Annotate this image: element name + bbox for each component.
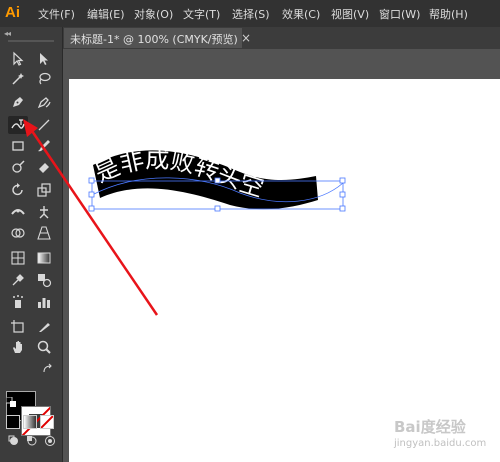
watermark-brand: Bai度经验 — [394, 418, 466, 436]
perspective-grid-tool-icon[interactable] — [34, 224, 54, 242]
pen-tool-icon[interactable] — [8, 93, 28, 111]
rotate-tool-icon[interactable] — [8, 181, 28, 199]
width-tool-icon[interactable] — [8, 203, 28, 221]
default-colors-icon[interactable] — [6, 397, 16, 407]
eyedropper-tool-icon[interactable] — [8, 271, 28, 289]
zoom-tool-icon[interactable] — [34, 338, 54, 356]
rectangle-tool-icon[interactable] — [8, 137, 28, 155]
document-tab-bar: 未标题-1* @ 100% (CMYK/预览) × — [0, 27, 500, 49]
symbol-sprayer-tool-icon[interactable] — [8, 293, 28, 311]
draw-normal-icon[interactable] — [8, 435, 20, 447]
draw-behind-icon[interactable] — [26, 435, 38, 447]
blend-tool-icon[interactable] — [34, 271, 54, 289]
artboard[interactable] — [69, 79, 500, 462]
menu-effect[interactable]: 效果(C) — [282, 6, 320, 22]
column-graph-tool-icon[interactable] — [34, 293, 54, 311]
none-mode-button[interactable] — [40, 415, 54, 429]
slice-tool-icon[interactable] — [34, 318, 54, 336]
scale-tool-icon[interactable] — [34, 181, 54, 199]
panel-drag-handle[interactable] — [8, 40, 54, 42]
selection-tool-icon[interactable] — [8, 50, 28, 68]
menu-bar: Ai 文件(F) 编辑(E) 对象(O) 文字(T) 选择(S) 效果(C) 视… — [0, 0, 500, 27]
menu-window[interactable]: 窗口(W) — [379, 6, 420, 22]
gradient-mode-button[interactable] — [23, 415, 37, 429]
app-logo: Ai — [5, 4, 20, 21]
none-slash — [41, 416, 53, 428]
menu-edit[interactable]: 编辑(E) — [87, 6, 125, 22]
eraser-tool-icon[interactable] — [34, 158, 54, 176]
puppet-warp-tool-icon[interactable] — [34, 203, 54, 221]
paintbrush-tool-icon[interactable] — [34, 137, 54, 155]
collapse-panel-icon[interactable]: ◂◂ — [4, 29, 11, 38]
menu-object[interactable]: 对象(O) — [134, 6, 173, 22]
document-tab[interactable]: 未标题-1* @ 100% (CMYK/预览) — [64, 28, 242, 48]
mesh-tool-icon[interactable] — [8, 249, 28, 267]
tools-panel: ◂◂ — [0, 27, 63, 462]
menu-view[interactable]: 视图(V) — [331, 6, 369, 22]
gradient-tool-icon[interactable] — [34, 249, 54, 267]
shaper-tool-icon[interactable] — [8, 158, 28, 176]
type-on-path-tool-icon[interactable] — [8, 116, 28, 134]
menu-help[interactable]: 帮助(H) — [429, 6, 468, 22]
magic-wand-tool-icon[interactable] — [8, 70, 28, 88]
watermark-url: jingyan.baidu.com — [394, 438, 487, 449]
line-segment-tool-icon[interactable] — [34, 116, 54, 134]
color-mode-button[interactable] — [6, 415, 20, 429]
draw-inside-icon[interactable] — [44, 435, 56, 447]
shape-builder-tool-icon[interactable] — [8, 224, 28, 242]
curvature-tool-icon[interactable] — [34, 93, 54, 111]
menu-select[interactable]: 选择(S) — [232, 6, 270, 22]
menu-file[interactable]: 文件(F) — [38, 6, 75, 22]
menu-type[interactable]: 文字(T) — [183, 6, 220, 22]
document-tab-title: 未标题-1* @ 100% (CMYK/预览) — [70, 33, 238, 46]
watermark: Bai度经验 jingyan.baidu.com — [380, 412, 498, 458]
hand-tool-icon[interactable] — [8, 338, 28, 356]
swap-colors-icon[interactable] — [42, 363, 54, 375]
lasso-tool-icon[interactable] — [34, 70, 54, 88]
tab-close-icon[interactable]: × — [241, 31, 251, 45]
direct-selection-tool-icon[interactable] — [34, 50, 54, 68]
artboard-tool-icon[interactable] — [8, 318, 28, 336]
